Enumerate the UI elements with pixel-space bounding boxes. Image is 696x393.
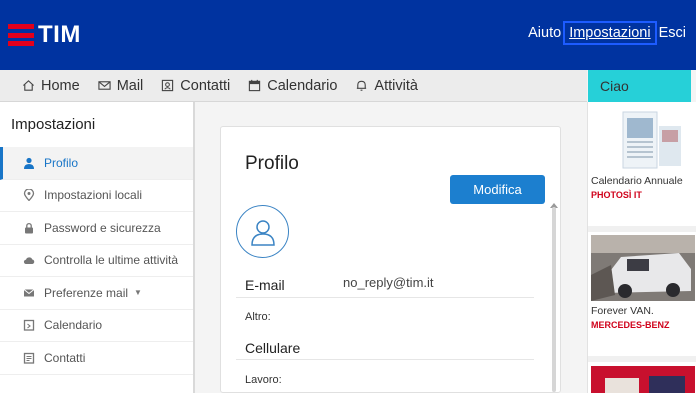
nav-contacts-label: Contatti xyxy=(180,77,231,94)
sidebar-item-mail-preferences[interactable]: Preferenze mail ▼ xyxy=(0,277,193,310)
divider xyxy=(588,356,696,362)
nav-home-label: Home xyxy=(41,77,80,94)
chevron-down-icon: ▼ xyxy=(134,288,142,298)
work-label: Lavoro: xyxy=(245,374,282,386)
ads-column: Calendario Annuale PHOTOSÌ IT Forever VA… xyxy=(587,102,696,393)
calendar-ad-image[interactable] xyxy=(591,108,695,174)
edit-button[interactable]: Modifica xyxy=(450,175,545,204)
sidebar-item-contacts[interactable]: Contatti xyxy=(0,342,193,375)
sidebar-item-label: Impostazioni locali xyxy=(44,188,143,203)
sidebar-item-label: Profilo xyxy=(44,155,79,170)
avatar-person-icon xyxy=(250,219,275,246)
contacts-icon xyxy=(162,79,174,92)
page-title: Profilo xyxy=(245,153,299,174)
nav-contacts[interactable]: Contatti xyxy=(161,78,230,94)
mail-icon xyxy=(23,288,35,297)
third-ad-image[interactable] xyxy=(591,366,695,393)
avatar[interactable] xyxy=(236,205,289,258)
greeting-panel: Ciao xyxy=(588,70,691,102)
tim-logo-mark xyxy=(8,24,34,46)
sidebar-item-label: Calendario xyxy=(44,318,103,333)
sidebar-item-label: Password e sicurezza xyxy=(44,220,161,235)
nav-home[interactable]: Home xyxy=(22,78,80,94)
nav-mail[interactable]: Mail xyxy=(98,77,144,94)
lock-icon xyxy=(25,222,33,234)
sidebar-title: Impostazioni xyxy=(11,116,96,133)
other-label: Altro: xyxy=(245,311,271,323)
van-ad-image[interactable] xyxy=(591,235,695,301)
nav-mail-label: Mail xyxy=(116,77,144,94)
email-label: E-mail xyxy=(245,277,285,293)
sidebar-item-label: Controlla le ultime attività xyxy=(44,253,179,268)
ad-title[interactable]: Forever VAN. xyxy=(591,305,654,317)
contacts-icon xyxy=(23,352,35,364)
logout-link[interactable]: Esci xyxy=(655,23,690,43)
settings-sidebar: Impostazioni Profilo Impostazioni locali… xyxy=(0,102,195,393)
ad-brand: MERCEDES-BENZ xyxy=(591,320,670,330)
tim-logo[interactable]: TIM xyxy=(8,22,81,48)
divider xyxy=(236,359,534,360)
divider xyxy=(236,297,534,298)
calendar-icon xyxy=(249,79,261,92)
cloud-icon xyxy=(23,257,35,265)
nav-activity[interactable]: Attività xyxy=(355,78,418,94)
scrollbar[interactable] xyxy=(552,207,556,392)
sidebar-item-calendar[interactable]: Calendario xyxy=(0,310,193,342)
calendar-icon xyxy=(23,320,35,331)
sidebar-item-password[interactable]: Password e sicurezza xyxy=(0,212,193,245)
bell-icon xyxy=(357,80,367,91)
divider xyxy=(588,226,696,232)
mail-icon xyxy=(98,81,111,90)
profile-card: Profilo Modifica E-mail no_reply@tim.it … xyxy=(220,126,561,393)
help-link[interactable]: Aiuto xyxy=(524,23,565,43)
nav-calendar-label: Calendario xyxy=(267,77,338,94)
nav-activity-label: Attività xyxy=(374,77,418,94)
settings-link[interactable]: Impostazioni xyxy=(563,21,657,45)
top-header: TIM Aiuto Impostazioni Esci xyxy=(0,0,696,70)
sidebar-item-label: Contatti xyxy=(44,350,86,365)
home-icon xyxy=(23,80,34,91)
main-nav: Home Mail Contatti Calendario Attività xyxy=(0,70,587,102)
sidebar-item-local-settings[interactable]: Impostazioni locali xyxy=(0,180,193,212)
location-pin-icon xyxy=(23,189,35,202)
sidebar-item-label: Preferenze mail xyxy=(44,285,129,300)
nav-calendar[interactable]: Calendario xyxy=(248,78,337,94)
header-links: Aiuto Impostazioni Esci xyxy=(524,21,690,45)
sidebar-item-recent-activity[interactable]: Controlla le ultime attività xyxy=(0,245,193,277)
ad-title[interactable]: Calendario Annuale xyxy=(591,175,683,187)
mobile-label: Cellulare xyxy=(245,340,301,356)
sidebar-item-profile[interactable]: Profilo xyxy=(0,147,193,180)
tim-logo-text: TIM xyxy=(38,21,81,48)
email-value: no_reply@tim.it xyxy=(343,275,434,290)
ad-brand: PHOTOSÌ IT xyxy=(591,190,642,200)
person-icon xyxy=(24,157,34,169)
